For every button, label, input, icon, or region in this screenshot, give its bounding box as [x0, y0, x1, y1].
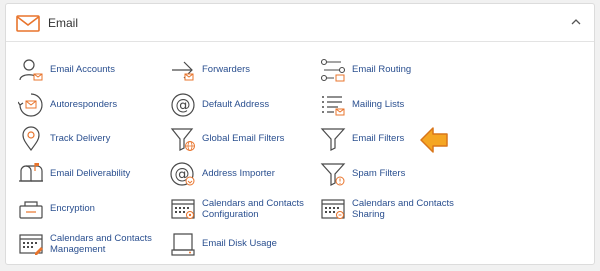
autoresponders-link[interactable]: Autoresponders [18, 90, 168, 120]
item-label: Calendars and Contacts Management [50, 232, 152, 256]
email-routing-link[interactable]: Email Routing [320, 55, 470, 85]
list-icon [322, 96, 345, 116]
section-title: Email [48, 16, 79, 30]
default-address-link[interactable]: @ Default Address [170, 90, 320, 120]
item-label: Address Importer [202, 168, 275, 180]
forwarders-link[interactable]: Forwarders [170, 55, 320, 85]
calendar-share-icon [321, 199, 345, 219]
filter-icon [320, 128, 346, 151]
item-label: Email Filters [352, 133, 405, 145]
calendars-contacts-management-link[interactable]: Calendars and Contacts Management [18, 229, 168, 259]
item-label: Encryption [50, 203, 95, 215]
global-email-filters-link[interactable]: Global Email Filters [170, 124, 320, 154]
spam-filter-icon [320, 163, 346, 186]
item-label: Track Delivery [50, 133, 111, 145]
key-box-icon [19, 201, 43, 219]
disk-icon [171, 233, 195, 256]
item-label: Spam Filters [352, 168, 406, 180]
calendars-contacts-configuration-link[interactable]: Calendars and Contacts Configuration [170, 194, 320, 224]
calendar-config-icon [171, 199, 195, 219]
autoresponder-icon [18, 93, 43, 117]
location-pin-icon [22, 126, 40, 152]
item-label: Mailing Lists [352, 99, 405, 111]
email-deliverability-link[interactable]: Email Deliverability [18, 159, 168, 189]
item-label: Email Routing [352, 64, 412, 76]
address-importer-link[interactable]: @ Address Importer [170, 159, 320, 189]
item-label: Calendars and Contacts Configuration [202, 197, 304, 221]
spam-filters-link[interactable]: Spam Filters [320, 159, 470, 189]
item-label: Forwarders [202, 64, 251, 76]
email-tools-grid: Email Accounts Forwarders Email Routing [6, 43, 594, 264]
item-label: Email Disk Usage [202, 238, 277, 250]
routing-icon [320, 58, 346, 82]
item-label: Autoresponders [50, 99, 118, 111]
calendar-manage-icon [19, 234, 43, 255]
track-delivery-link[interactable]: Track Delivery [18, 124, 168, 154]
at-sign-icon: @ [171, 93, 195, 117]
forwarder-arrow-icon [172, 61, 194, 81]
item-label: Email Deliverability [50, 168, 131, 180]
envelope-icon [16, 15, 40, 32]
encryption-link[interactable]: Encryption [18, 194, 168, 224]
pointer-arrow-icon [420, 127, 448, 153]
mailing-lists-link[interactable]: Mailing Lists [320, 90, 470, 120]
email-section-header[interactable]: Email [6, 4, 594, 42]
mailbox-icon [19, 163, 43, 182]
calendars-contacts-sharing-link[interactable]: Calendars and Contacts Sharing [320, 194, 470, 224]
item-label: Email Accounts [50, 64, 115, 76]
item-label: Global Email Filters [202, 133, 285, 145]
item-label: Default Address [202, 99, 270, 111]
global-filter-icon [170, 128, 195, 151]
email-section-panel: Email Email Accounts Forwarders Email Ro… [5, 3, 595, 265]
email-disk-usage-link[interactable]: Email Disk Usage [170, 229, 320, 259]
svg-text:@: @ [176, 96, 191, 114]
user-mail-icon [19, 59, 43, 81]
email-accounts-link[interactable]: Email Accounts [18, 55, 168, 85]
at-import-icon: @ [170, 162, 195, 186]
item-label: Calendars and Contacts Sharing [352, 197, 454, 221]
chevron-up-icon[interactable] [570, 16, 582, 28]
